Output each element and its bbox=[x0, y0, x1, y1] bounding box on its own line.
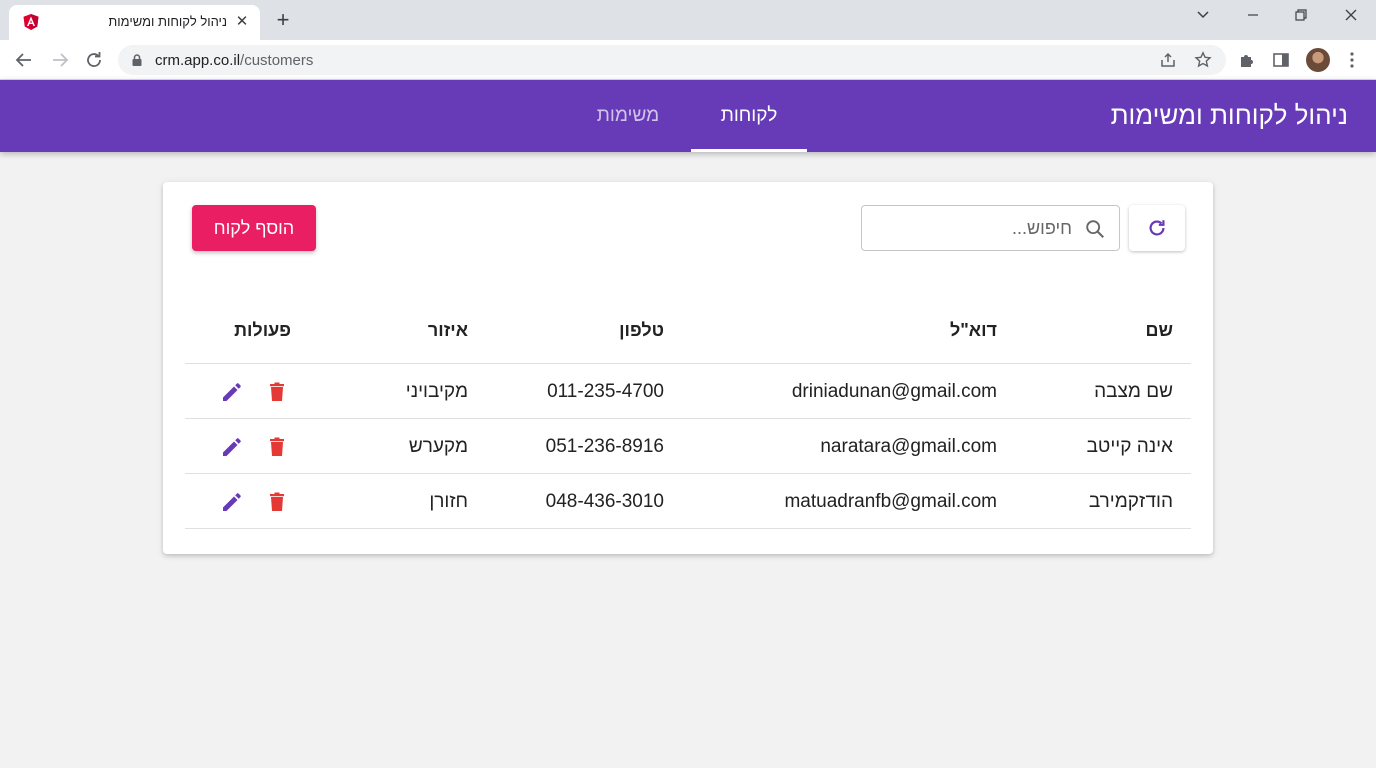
table-row: אינה קייטב naratara@gmail.com 051-236-89… bbox=[185, 419, 1191, 474]
table-header: שם דוא"ל טלפון איזור פעולות bbox=[185, 302, 1191, 364]
app-header: ניהול לקוחות ומשימות לקוחות משימות bbox=[0, 80, 1376, 152]
reload-icon[interactable] bbox=[82, 48, 106, 72]
header-actions: פעולות bbox=[234, 320, 291, 340]
new-tab-icon[interactable]: + bbox=[272, 9, 294, 31]
cell-name: שם מצבה bbox=[1094, 381, 1173, 402]
lock-icon bbox=[132, 54, 142, 66]
table-row: שם מצבה driniadunan@gmail.com 011-235-47… bbox=[185, 364, 1191, 419]
edit-icon[interactable] bbox=[220, 435, 244, 459]
browser-tab[interactable]: ניהול לקוחות ומשימות ✕ bbox=[9, 5, 260, 40]
bookmark-star-icon[interactable] bbox=[1194, 51, 1212, 69]
browser-toolbar: crm.app.co.il/customers bbox=[0, 40, 1376, 80]
browser-tab-strip: ניהול לקוחות ומשימות ✕ + bbox=[0, 0, 1376, 40]
angular-icon bbox=[23, 14, 39, 30]
address-bar[interactable]: crm.app.co.il/customers bbox=[118, 45, 1226, 75]
cell-name: אינה קייטב bbox=[1086, 436, 1173, 457]
cell-phone: 048-436-3010 bbox=[545, 491, 664, 512]
tab-tasks[interactable]: משימות bbox=[570, 80, 686, 152]
customers-card: הוסף לקוח שם דוא"ל טלפון איזור פעולות שם… bbox=[163, 182, 1213, 554]
header-region: איזור bbox=[427, 320, 468, 340]
cell-region: מקערש bbox=[408, 436, 468, 457]
search-field[interactable] bbox=[861, 205, 1120, 251]
refresh-icon bbox=[1149, 220, 1165, 236]
app-title: ניהול לקוחות ומשימות bbox=[1110, 100, 1348, 130]
search-icon bbox=[1086, 220, 1104, 238]
add-customer-button[interactable]: הוסף לקוח bbox=[192, 205, 316, 251]
tab-customers[interactable]: לקוחות bbox=[691, 80, 807, 152]
search-input[interactable] bbox=[872, 214, 1072, 242]
cell-phone: 051-236-8916 bbox=[545, 436, 664, 457]
cell-phone: 011-235-4700 bbox=[547, 381, 664, 402]
cell-email: matuadranfb@gmail.com bbox=[784, 491, 997, 512]
minimize-icon[interactable] bbox=[1238, 4, 1268, 26]
back-icon[interactable] bbox=[12, 48, 36, 72]
delete-icon[interactable] bbox=[265, 435, 289, 459]
tab-search-icon[interactable] bbox=[1188, 4, 1218, 26]
active-tab-indicator bbox=[691, 149, 807, 152]
delete-icon[interactable] bbox=[265, 490, 289, 514]
header-name: שם bbox=[1145, 320, 1173, 340]
tab-customers-label: לקוחות bbox=[720, 105, 778, 126]
close-window-icon[interactable] bbox=[1336, 4, 1366, 26]
edit-icon[interactable] bbox=[220, 490, 244, 514]
forward-icon[interactable] bbox=[48, 48, 72, 72]
customers-table: שם דוא"ל טלפון איזור פעולות שם מצבה drin… bbox=[185, 302, 1191, 529]
header-email: דוא"ל bbox=[949, 320, 997, 340]
edit-icon[interactable] bbox=[220, 380, 244, 404]
more-menu-icon[interactable] bbox=[1342, 50, 1362, 70]
cell-region: מקיבויני bbox=[405, 381, 468, 402]
table-row: הודזקמירב matuadranfb@gmail.com 048-436-… bbox=[185, 474, 1191, 529]
side-panel-icon[interactable] bbox=[1271, 50, 1291, 70]
share-icon[interactable] bbox=[1159, 51, 1177, 69]
cell-email: naratara@gmail.com bbox=[820, 436, 997, 457]
delete-icon[interactable] bbox=[265, 380, 289, 404]
tab-title: ניהול לקוחות ומשימות bbox=[109, 14, 227, 29]
cell-region: חזורן bbox=[429, 491, 468, 512]
header-phone: טלפון bbox=[619, 320, 664, 340]
refresh-button[interactable] bbox=[1129, 205, 1185, 251]
cell-name: הודזקמירב bbox=[1088, 491, 1173, 512]
extensions-icon[interactable] bbox=[1237, 50, 1257, 70]
tab-close-icon[interactable]: ✕ bbox=[233, 13, 251, 31]
url-text: crm.app.co.il/customers bbox=[155, 52, 314, 69]
restore-icon[interactable] bbox=[1286, 4, 1316, 26]
tab-tasks-label: משימות bbox=[596, 105, 660, 126]
cell-email: driniadunan@gmail.com bbox=[791, 381, 997, 402]
profile-avatar[interactable] bbox=[1306, 48, 1330, 72]
